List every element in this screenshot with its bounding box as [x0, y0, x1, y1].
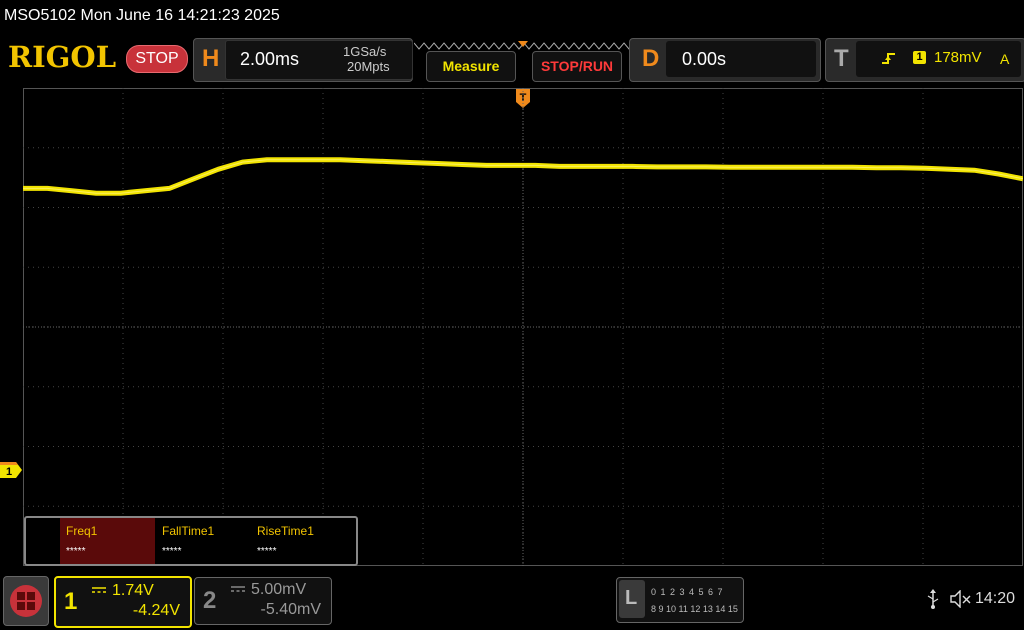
trigger-letter: T [834, 45, 849, 72]
grid-menu-icon [10, 585, 42, 617]
delay-panel[interactable]: D 0.00s [629, 38, 821, 82]
measurement-falltime1[interactable]: FallTime1 ***** [156, 518, 251, 564]
measurement-value: ***** [66, 546, 86, 557]
channel2-offset: -5.40mV [260, 601, 321, 618]
channel1-panel[interactable]: 1 1.74V -4.24V [54, 576, 192, 628]
measurement-value: ***** [162, 546, 182, 557]
trigger-mode: A [1000, 51, 1010, 67]
measurement-table[interactable]: Freq1 ***** FallTime1 ***** RiseTime1 **… [24, 516, 358, 566]
channel1-offset-marker[interactable]: 1 [0, 462, 22, 478]
sample-rate: 1GSa/s [343, 44, 387, 59]
rigol-logo: RIGOL [8, 40, 117, 74]
channel2-panel[interactable]: 2 5.00mV -5.40mV [194, 577, 332, 625]
measurement-value: ***** [257, 546, 277, 557]
trigger-source-badge: 1 [913, 51, 926, 64]
measurement-name: RiseTime1 [257, 524, 314, 538]
timebase-value: 2.00ms [240, 49, 300, 69]
trigger-panel[interactable]: T 1 178mV A [825, 38, 1024, 82]
logic-channels-low: 0 1 2 3 4 5 6 7 [651, 587, 724, 597]
stop-run-button[interactable]: STOP/RUN [532, 51, 622, 82]
overview-zigzag [413, 41, 635, 50]
channel1-scale: 1.74V [112, 582, 154, 599]
speaker-muted-icon[interactable] [950, 590, 972, 608]
channel1-number: 1 [64, 588, 78, 615]
delay-letter: D [642, 45, 660, 72]
clock-time: 14:20 [975, 590, 1016, 607]
channel2-number: 2 [203, 587, 217, 614]
measure-button[interactable]: Measure [426, 51, 516, 82]
logic-channels-high: 8 9 10 11 12 13 14 15 [651, 604, 738, 614]
measurement-risetime1[interactable]: RiseTime1 ***** [251, 518, 346, 564]
usb-icon [927, 589, 939, 609]
logic-letter: L [625, 587, 638, 609]
delay-value: 0.00s [682, 49, 727, 69]
dc-coupling-icon [92, 587, 106, 593]
waveform-overview-strip [413, 38, 635, 50]
timebase-display[interactable]: 2.00ms 1GSa/s 20Mpts [225, 40, 413, 80]
measurement-name: FallTime1 [162, 524, 215, 538]
svg-text:1: 1 [6, 466, 12, 478]
horizontal-letter: H [202, 45, 220, 72]
rising-edge-icon [882, 53, 895, 64]
measurement-name: Freq1 [66, 524, 98, 538]
measurement-freq1[interactable]: Freq1 ***** [60, 518, 155, 564]
home-menu-button[interactable] [3, 576, 49, 626]
channel2-scale: 5.00mV [251, 581, 307, 598]
run-state-badge[interactable]: STOP [126, 45, 188, 73]
logic-panel[interactable]: L 0 1 2 3 4 5 6 7 8 9 10 11 12 13 14 15 [616, 577, 744, 623]
trigger-level: 178mV [934, 49, 982, 66]
channel1-offset: -4.24V [132, 602, 180, 619]
dc-coupling-icon [231, 586, 245, 592]
waveform-grid[interactable] [23, 88, 1023, 566]
title-bar: MSO5102 Mon June 16 14:21:23 2025 [4, 7, 280, 24]
memory-depth: 20Mpts [347, 59, 390, 74]
